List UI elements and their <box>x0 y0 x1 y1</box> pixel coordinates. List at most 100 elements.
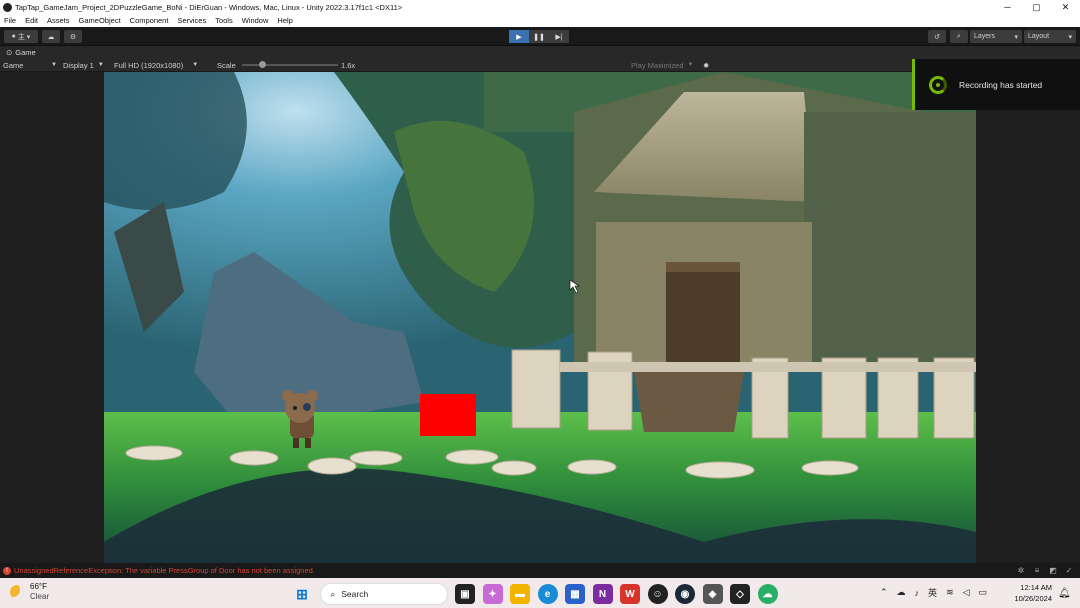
menu-window[interactable]: Window <box>242 16 269 25</box>
wps-icon[interactable]: W <box>620 584 640 604</box>
display-dropdown[interactable]: Display 1 ▼ <box>63 58 104 72</box>
menu-edit[interactable]: Edit <box>25 16 38 25</box>
gear-icon: ⚙ <box>69 33 77 41</box>
task-view-icon[interactable]: ▣ <box>455 584 475 604</box>
menu-file[interactable]: File <box>4 16 16 25</box>
layers-label: Layers <box>974 33 996 40</box>
wechat-icon[interactable]: ☁ <box>757 584 778 604</box>
status-icons: ✲ ≡ ◩ ✓ <box>1016 566 1074 575</box>
undo-history-button[interactable]: ↺ <box>928 30 946 43</box>
tab-strip: ⊙ Game <box>0 46 1080 58</box>
unity-editor-icon[interactable]: ◇ <box>730 584 750 604</box>
step-button[interactable]: ▶| <box>549 30 569 43</box>
view-label: Game <box>3 60 24 70</box>
progress-icon[interactable]: ◩ <box>1048 566 1058 575</box>
house-side-wall <box>804 112 976 372</box>
play-controls: ▶ ❚❚ ▶| <box>509 30 569 43</box>
steam-icon[interactable]: ◉ <box>675 584 695 604</box>
edge-icon[interactable]: e <box>537 584 558 604</box>
ime-indicator[interactable]: 英 <box>928 586 937 599</box>
fence-rail <box>560 362 976 372</box>
chevron-down-icon: ▾ <box>1068 33 1072 41</box>
search-button[interactable]: ⌕ <box>950 30 968 43</box>
game-scene-art <box>104 72 976 563</box>
weather-temp: 66°F <box>30 582 47 591</box>
wifi-icon[interactable]: ≋ <box>946 587 954 598</box>
chevron-down-icon: ▾ <box>24 33 31 41</box>
cloud-button[interactable]: ☁ <box>42 30 60 43</box>
notification-bell-icon[interactable]: 🔔︎ <box>1058 588 1071 599</box>
menu-bar: File Edit Assets GameObject Component Se… <box>0 14 1080 27</box>
account-button[interactable]: ● 主 ▾ <box>4 30 38 43</box>
gamepad-icon: ⊙ <box>6 47 13 57</box>
play-button[interactable]: ▶ <box>509 30 529 43</box>
tree-canopy-left <box>104 72 247 210</box>
error-message: UnassignedReferenceException: The variab… <box>14 566 315 575</box>
recording-toast: Recording has started <box>912 59 1080 110</box>
game-scene[interactable] <box>104 72 976 563</box>
resolution-dropdown[interactable]: Full HD (1920x1080) ▼ <box>114 58 198 72</box>
cloud-sync-icon[interactable]: ☁ <box>897 587 906 598</box>
scale-value: 1.6x <box>341 60 356 70</box>
layers-dropdown[interactable]: Layers ▾ <box>970 30 1022 43</box>
view-dropdown[interactable]: Game ▼ <box>3 58 57 72</box>
cloud-icon: ☁ <box>47 33 55 41</box>
menu-component[interactable]: Component <box>130 16 169 25</box>
taskbar-clock[interactable]: 12:14 AM 10/26/2024 <box>1012 582 1052 604</box>
play-mode-dropdown[interactable]: Play Maximized ▼ <box>631 58 693 72</box>
windows-taskbar: 66°F Clear ⊞ ⌕ Search ▣ ✦ ▬ e ▦ N W ☺ ◉ … <box>0 578 1080 608</box>
search-icon: ⌕ <box>330 588 336 599</box>
menu-assets[interactable]: Assets <box>47 16 70 25</box>
game-viewport <box>0 72 1080 563</box>
recording-icon <box>929 75 947 94</box>
door-lintel <box>666 262 740 272</box>
check-icon[interactable]: ✓ <box>1064 566 1074 575</box>
scale-label: Scale <box>217 60 236 70</box>
history-icon: ↺ <box>934 33 940 41</box>
toast-message: Recording has started <box>959 79 1043 90</box>
menu-tools[interactable]: Tools <box>215 16 233 25</box>
pause-button[interactable]: ❚❚ <box>529 30 549 43</box>
file-explorer-icon[interactable]: ▬ <box>510 584 530 604</box>
store-icon[interactable]: ▦ <box>565 584 585 604</box>
cache-server-icon[interactable]: ≡ <box>1032 566 1042 575</box>
tab-game-label: Game <box>15 47 36 57</box>
system-tray: ⌃ ☁ ♪ 英 ≋ ◁ ▭ <box>880 586 987 599</box>
collab-settings-button[interactable]: ⚙ <box>64 30 82 43</box>
minimize-button[interactable]: ─ <box>993 0 1022 14</box>
chevron-up-icon[interactable]: ⌃ <box>880 587 888 598</box>
chevron-down-icon: ▼ <box>187 62 199 68</box>
windows-start-icon[interactable]: ⊞ <box>292 584 312 604</box>
scale-slider-thumb[interactable] <box>259 61 266 68</box>
battery-icon[interactable]: ▭ <box>979 587 988 598</box>
red-block <box>420 394 476 436</box>
window-title-bar: TapTap_GameJam_Project_2DPuzzleGame_BoNi… <box>0 0 1080 14</box>
menu-help[interactable]: Help <box>277 16 292 25</box>
unity-logo-icon <box>3 2 12 12</box>
gizmos-toggle[interactable]: ✹ <box>703 58 709 72</box>
unity-hub-icon[interactable]: ◈ <box>702 584 723 604</box>
copilot-icon[interactable]: ✦ <box>482 584 503 604</box>
window-title: TapTap_GameJam_Project_2DPuzzleGame_BoNi… <box>15 2 403 12</box>
chevron-down-icon: ▼ <box>687 62 694 68</box>
console-status-bar[interactable]: ! UnassignedReferenceException: The vari… <box>0 563 1080 578</box>
resolution-label: Full HD (1920x1080) <box>114 60 184 70</box>
layout-dropdown[interactable]: Layout ▾ <box>1024 30 1076 43</box>
taskbar-search[interactable]: ⌕ Search <box>319 583 448 605</box>
menu-services[interactable]: Services <box>177 16 206 25</box>
tab-game[interactable]: ⊙ Game <box>6 48 36 57</box>
close-button[interactable]: ✕ <box>1051 0 1080 14</box>
menu-gameobject[interactable]: GameObject <box>79 16 121 25</box>
onenote-icon[interactable]: N <box>592 584 613 604</box>
bug-report-icon[interactable]: ✲ <box>1016 566 1026 575</box>
volume-icon[interactable]: ◁ <box>963 587 970 598</box>
scale-slider[interactable] <box>242 61 338 68</box>
weather-widget[interactable]: 66°F Clear <box>10 582 49 602</box>
chevron-down-icon: ▼ <box>97 62 104 68</box>
qq-icon[interactable]: ☺ <box>647 584 668 604</box>
microphone-icon[interactable]: ♪ <box>915 588 920 598</box>
error-message-row[interactable]: ! UnassignedReferenceException: The vari… <box>3 566 315 575</box>
maximize-button[interactable]: ▢ <box>1022 0 1051 14</box>
chevron-down-icon: ▾ <box>1014 33 1018 41</box>
bug-icon: ✹ <box>703 60 710 70</box>
